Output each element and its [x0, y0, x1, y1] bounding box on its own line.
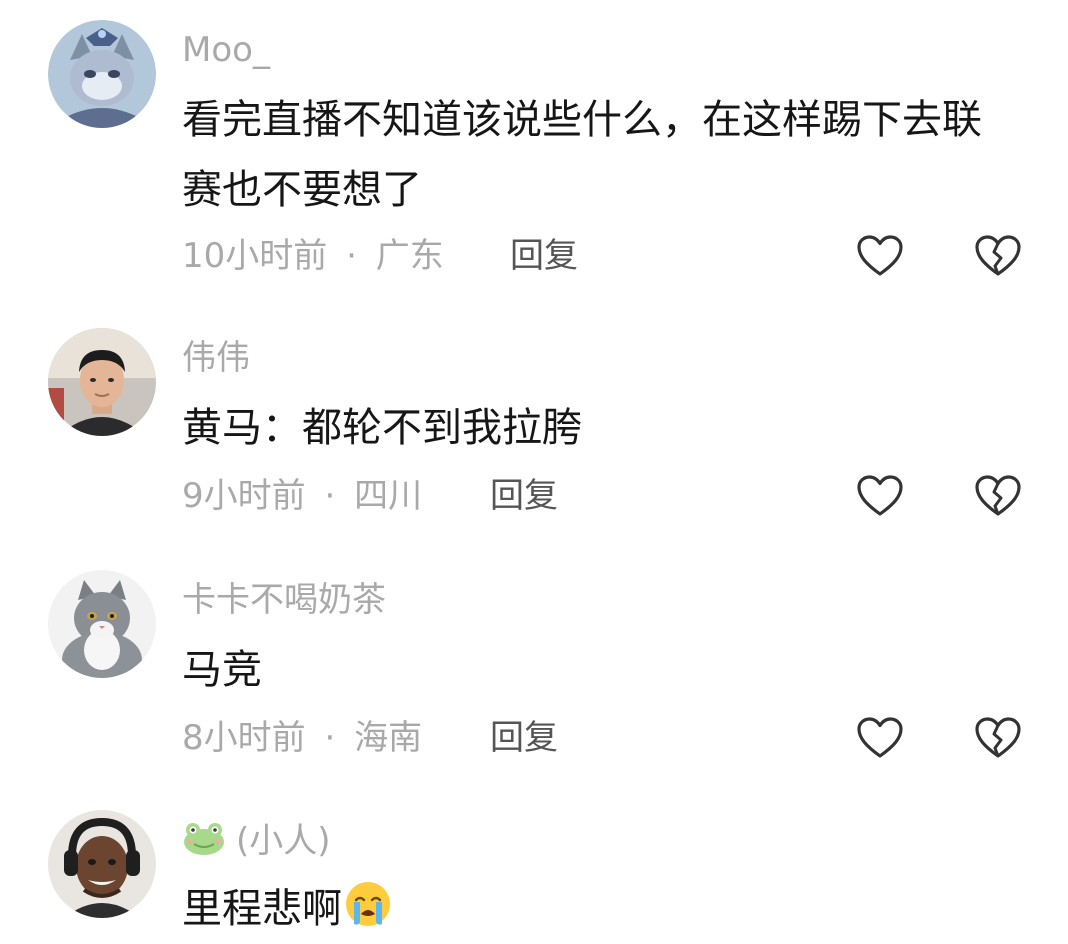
comment-meta: 10小时前 · 广东 [182, 236, 444, 276]
dislike-button[interactable] [974, 716, 1022, 760]
comment-text: 马竞 [182, 647, 262, 693]
comment-location: 海南 [354, 718, 423, 758]
comment-location: 四川 [354, 476, 423, 516]
comment-meta: 8小时前 · 海南 [182, 718, 422, 758]
comment-time: 10小时前 [182, 236, 328, 276]
username[interactable]: (小人) [182, 820, 331, 861]
broken-heart-icon [975, 475, 1021, 516]
username[interactable]: Moo_ [182, 30, 270, 70]
broken-heart-icon [975, 717, 1021, 758]
comment-time: 8小时前 [182, 718, 306, 758]
cat-mage-avatar-icon [48, 20, 156, 128]
avatar[interactable] [48, 328, 156, 436]
like-button[interactable] [856, 234, 904, 278]
crying-face-emoji [346, 882, 390, 926]
meta-separator: · [346, 236, 357, 276]
avatar[interactable] [48, 810, 156, 918]
comment-text: 里程悲啊 [182, 874, 1012, 944]
username[interactable]: 卡卡不喝奶茶 [182, 580, 386, 620]
british-shorthair-cat-avatar-icon [48, 570, 156, 678]
reply-button[interactable]: 回复 [490, 476, 558, 516]
like-button[interactable] [856, 716, 904, 760]
frog-icon [184, 823, 224, 855]
heart-outline-icon [857, 235, 903, 276]
comment-text: 黄马：都轮不到我拉胯 [182, 405, 582, 451]
dislike-button[interactable] [974, 234, 1022, 278]
meta-separator: · [324, 476, 336, 516]
reply-button[interactable]: 回复 [510, 236, 578, 276]
like-button[interactable] [856, 474, 904, 518]
comment-location: 广东 [375, 236, 444, 276]
broken-heart-icon [975, 235, 1021, 276]
dislike-button[interactable] [974, 474, 1022, 518]
username[interactable]: 伟伟 [182, 338, 250, 378]
man-headphones-avatar-icon [48, 810, 156, 918]
comment-text: 看完直播不知道该说些什么，在这样踢下去联赛也不要想了 [182, 97, 982, 213]
avatar[interactable] [48, 570, 156, 678]
comment-text-body: 里程悲啊 [182, 886, 342, 932]
man-photo-avatar-icon [48, 328, 156, 436]
comment-meta: 9小时前 · 四川 [182, 476, 422, 516]
heart-outline-icon [857, 717, 903, 758]
avatar[interactable] [48, 20, 156, 128]
reply-button[interactable]: 回复 [490, 718, 558, 758]
heart-outline-icon [857, 475, 903, 516]
comment-time: 9小时前 [182, 476, 306, 516]
username-text: (小人) [236, 821, 331, 861]
meta-separator: · [324, 718, 336, 758]
